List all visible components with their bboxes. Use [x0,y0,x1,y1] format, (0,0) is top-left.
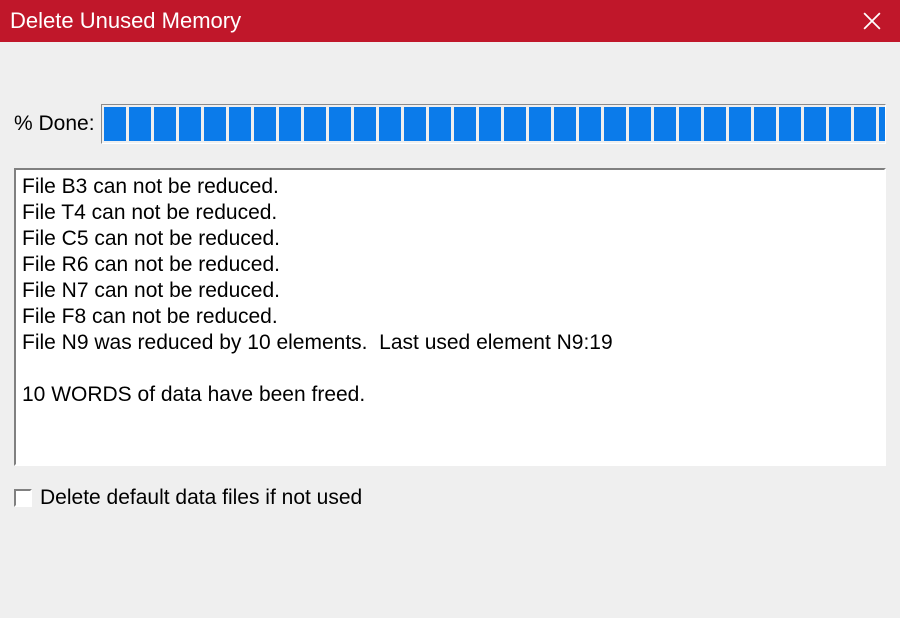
progress-row: % Done: [14,104,886,144]
progress-segment [179,107,201,141]
window-title: Delete Unused Memory [10,8,844,34]
progress-segment [779,107,801,141]
progress-segment [429,107,451,141]
progress-segment [729,107,751,141]
progress-segment [229,107,251,141]
client-area: % Done: File B3 can not be reduced. File… [0,104,900,618]
progress-segment [829,107,851,141]
progress-segment [654,107,676,141]
progress-label: % Done: [14,112,95,136]
log-output: File B3 can not be reduced. File T4 can … [14,168,886,466]
progress-segment [879,107,886,141]
delete-defaults-checkbox[interactable] [14,489,32,507]
progress-segment [379,107,401,141]
progress-segment [329,107,351,141]
delete-defaults-checkbox-row: Delete default data files if not used [14,486,886,510]
progress-segment [129,107,151,141]
progress-segment [104,107,126,141]
progress-segment [704,107,726,141]
window-close-button[interactable] [844,0,900,42]
dialog-window: Delete Unused Memory % Done: File B3 can… [0,0,900,618]
progress-segment [554,107,576,141]
close-icon [863,12,881,30]
progress-segment [579,107,601,141]
progress-segment [254,107,276,141]
progress-segment [854,107,876,141]
progress-segment [629,107,651,141]
progress-bar [101,104,886,144]
progress-segment [504,107,526,141]
progress-segment [804,107,826,141]
delete-defaults-label: Delete default data files if not used [40,486,362,510]
progress-segment [754,107,776,141]
progress-segment [404,107,426,141]
progress-segment [154,107,176,141]
progress-segment [354,107,376,141]
progress-segment [454,107,476,141]
progress-segment [479,107,501,141]
progress-segment [604,107,626,141]
progress-segment [304,107,326,141]
progress-segment [279,107,301,141]
progress-segment [529,107,551,141]
titlebar: Delete Unused Memory [0,0,900,42]
progress-segment [204,107,226,141]
progress-segment [679,107,701,141]
